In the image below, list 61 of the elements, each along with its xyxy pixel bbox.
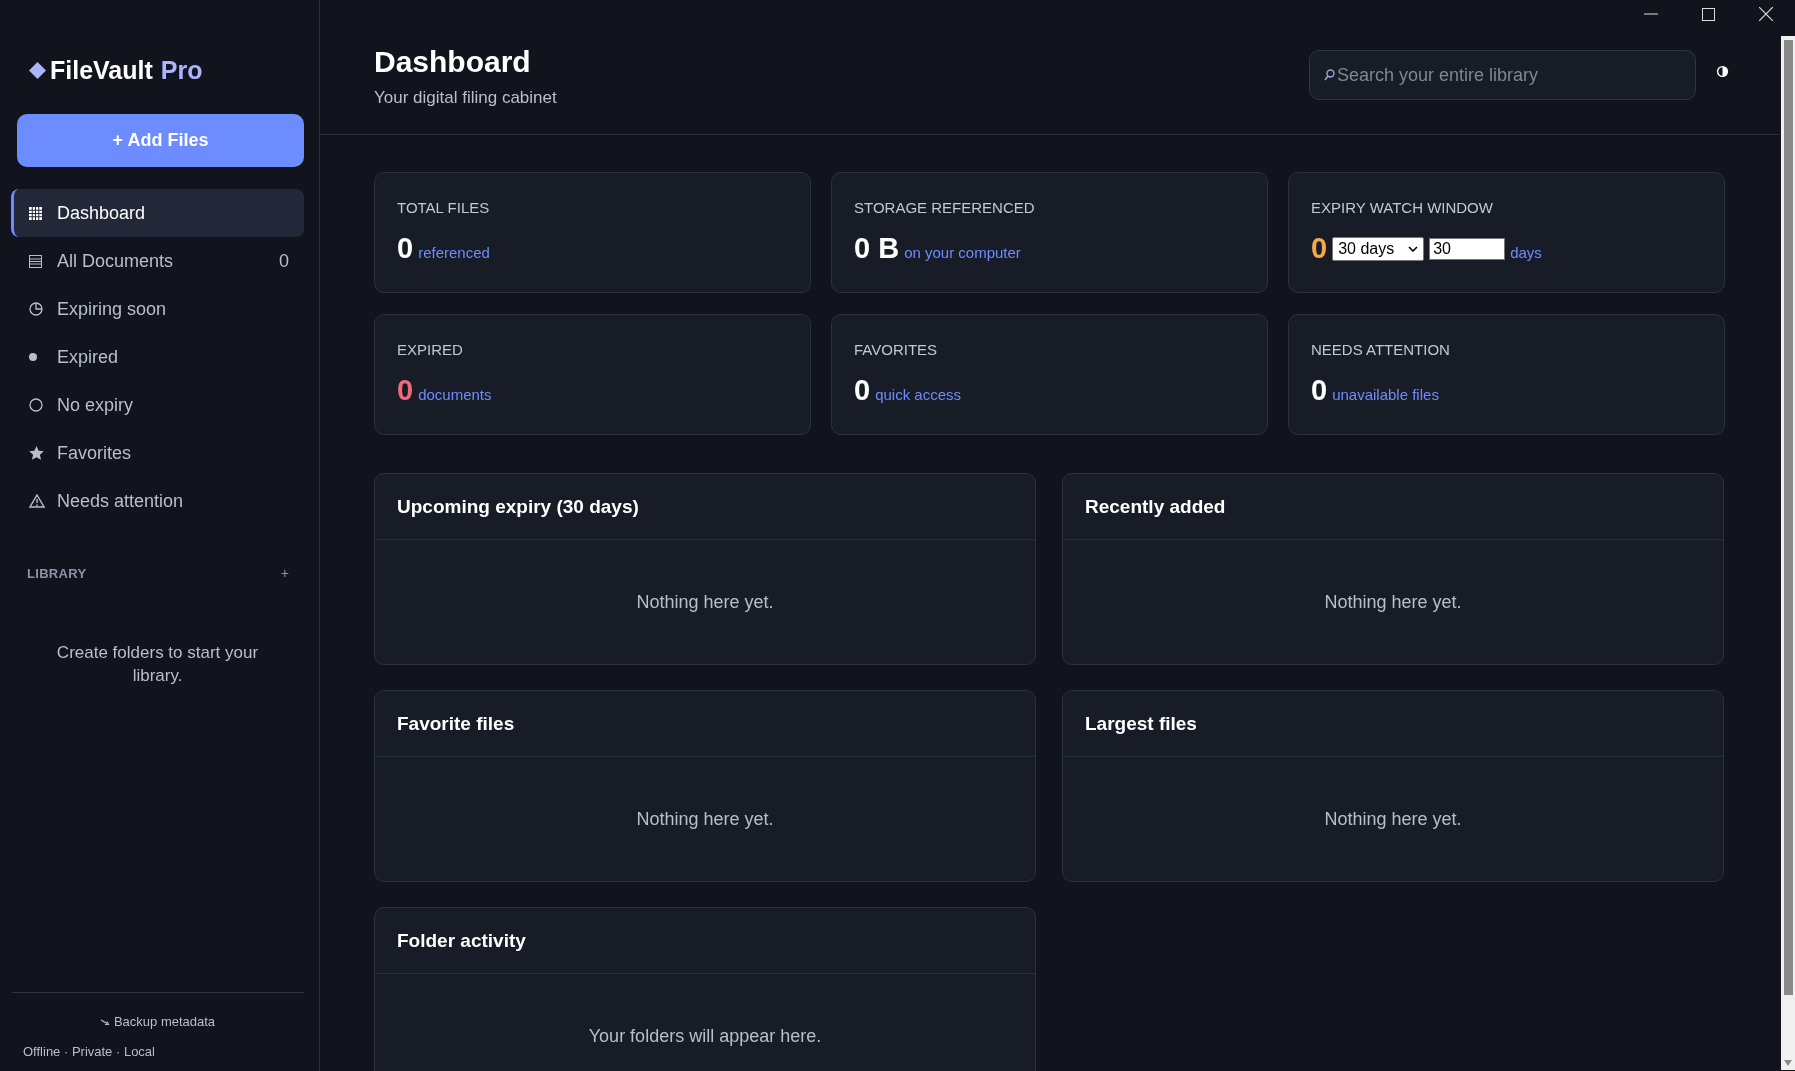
maximize-icon[interactable]: [1702, 7, 1715, 21]
close-icon[interactable]: [1759, 7, 1773, 21]
contrast-icon: [1716, 65, 1729, 78]
stat-value: 0: [1311, 374, 1328, 407]
page-title: Dashboard: [374, 45, 532, 79]
stat-note: documents: [418, 386, 492, 403]
list-icon: [29, 254, 42, 268]
add-folder-button[interactable]: +: [280, 565, 289, 581]
section-heading: LIBRARY: [27, 565, 87, 581]
panel-title: Folder activity: [397, 929, 526, 952]
empty-message: Nothing here yet.: [636, 591, 774, 613]
search-field[interactable]: Search your entire library: [1309, 50, 1696, 100]
panel-title: Favorite files: [397, 712, 515, 735]
stat-note: on your computer: [904, 244, 1021, 261]
stat-value: 0: [1311, 232, 1328, 265]
dot-icon: [29, 353, 37, 361]
panel-title: Largest files: [1085, 712, 1197, 735]
stat-label: TOTAL FILES: [397, 199, 491, 216]
empty-message: Nothing here yet.: [1324, 808, 1462, 830]
stat-label: NEEDS ATTENTION: [1311, 341, 1451, 358]
empty-library-message: Create folders to start your library.: [55, 642, 260, 687]
grid-icon: [29, 206, 42, 220]
star-icon: [29, 446, 44, 460]
scrollbar[interactable]: [1781, 36, 1795, 1070]
empty-message: Nothing here yet.: [1324, 591, 1462, 613]
stat-note: referenced: [418, 244, 490, 261]
empty-message: Your folders will appear here.: [588, 1025, 822, 1047]
clock-icon: [29, 302, 43, 316]
nav-item[interactable]: Dashboard: [11, 189, 304, 237]
stat-label: STORAGE REFERENCED: [854, 199, 1036, 216]
nav-item[interactable]: Needs attention: [11, 477, 304, 525]
nav-item[interactable]: No expiry: [11, 381, 304, 429]
app-name: FileVault: [50, 55, 153, 85]
circle-icon: [29, 398, 43, 412]
backup-metadata-button[interactable]: Backup metadata: [94, 1013, 222, 1030]
stat-value: 0: [397, 374, 414, 407]
app-edition: Pro: [160, 55, 203, 85]
status-text: Offline · Private · Local: [23, 1044, 156, 1059]
stat-note: quick access: [875, 386, 961, 403]
panel-title: Upcoming expiry (30 days): [397, 495, 639, 518]
stat-label: EXPIRED: [397, 341, 464, 358]
stat-note: unavailable files: [1332, 386, 1439, 403]
stat-label: EXPIRY WATCH WINDOW: [1311, 199, 1494, 216]
stat-label: FAVORITES: [854, 341, 939, 358]
stat-value: 0: [854, 374, 871, 407]
stat-value: 0 B: [854, 232, 900, 265]
nav-item[interactable]: Favorites: [11, 429, 304, 477]
empty-message: Nothing here yet.: [636, 808, 774, 830]
days-dropdown[interactable]: 30 days: [1332, 236, 1425, 261]
nav-item[interactable]: All Documents 0: [11, 237, 304, 285]
days-input[interactable]: 30: [1429, 237, 1506, 260]
nav-item[interactable]: Expiring soon: [11, 285, 304, 333]
arrow-icon: [100, 1018, 110, 1025]
stat-note: days: [1510, 244, 1542, 261]
warning-icon: [29, 494, 45, 508]
panel-title: Recently added: [1085, 495, 1226, 518]
stat-value: 0: [397, 232, 414, 265]
chevron-icon: [1408, 245, 1419, 252]
page-subtitle: Your digital filing cabinet: [374, 88, 558, 108]
nav-item[interactable]: Expired: [11, 333, 304, 381]
diamond-icon: [29, 61, 46, 79]
